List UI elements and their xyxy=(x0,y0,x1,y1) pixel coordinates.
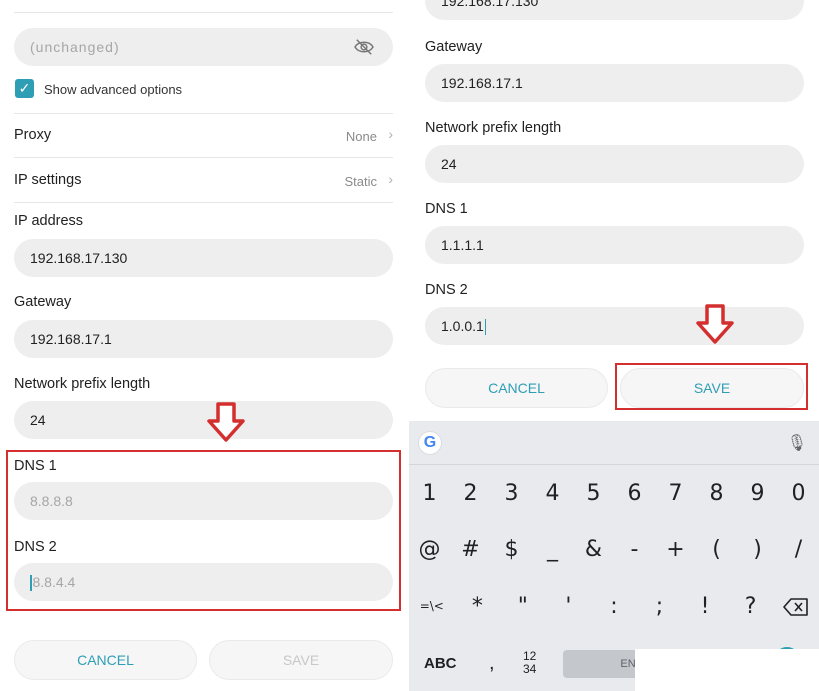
check-icon: ✓ xyxy=(18,80,31,96)
ip-address-label: IP address xyxy=(14,213,84,229)
gateway-input[interactable]: 192.168.17.1 xyxy=(425,64,804,102)
cancel-button[interactable]: CANCEL xyxy=(14,640,197,680)
down-arrow-icon xyxy=(696,304,734,344)
key[interactable]: + xyxy=(657,537,695,562)
dns1-input[interactable]: 1.1.1.1 xyxy=(425,226,804,264)
keyboard-row-numbers: 1 2 3 4 5 6 7 8 9 0 xyxy=(409,481,819,506)
ip-settings-label: IP settings xyxy=(14,172,82,188)
ip-address-value: 192.168.17.130 xyxy=(441,0,539,9)
google-icon[interactable]: G xyxy=(418,431,442,455)
divider xyxy=(14,12,393,13)
key[interactable]: ) xyxy=(739,537,777,562)
prefix-label: Network prefix length xyxy=(425,120,562,136)
text-cursor xyxy=(30,575,32,592)
backspace-icon[interactable] xyxy=(777,594,815,622)
key[interactable]: & xyxy=(575,537,613,562)
dns1-input[interactable]: 8.8.8.8 xyxy=(14,482,393,520)
prefix-input[interactable]: 24 xyxy=(14,401,393,439)
key[interactable]: 9 xyxy=(739,481,777,506)
gateway-input[interactable]: 192.168.17.1 xyxy=(14,320,393,358)
save-button[interactable]: SAVE xyxy=(209,640,393,680)
dns2-placeholder: 8.8.4.4 xyxy=(32,574,76,590)
key[interactable]: ( xyxy=(698,537,736,562)
gateway-value: 192.168.17.1 xyxy=(30,331,112,347)
password-field[interactable]: (unchanged) xyxy=(14,28,393,66)
comma-key[interactable]: , xyxy=(489,652,495,675)
abc-key[interactable]: ABC xyxy=(424,655,457,672)
key[interactable]: ! xyxy=(686,594,724,622)
key[interactable]: 2 xyxy=(452,481,490,506)
key[interactable]: : xyxy=(595,594,633,622)
key[interactable]: $ xyxy=(493,537,531,562)
key[interactable]: ; xyxy=(641,594,679,622)
dns1-label: DNS 1 xyxy=(425,201,468,217)
key[interactable]: ? xyxy=(732,594,770,622)
key[interactable]: * xyxy=(458,594,496,622)
left-panel: (unchanged) ✓ Show advanced options Prox… xyxy=(0,0,409,691)
numpad-key-bottom: 34 xyxy=(523,662,537,676)
key[interactable]: 1 xyxy=(411,481,449,506)
key[interactable]: 3 xyxy=(493,481,531,506)
key[interactable]: # xyxy=(452,537,490,562)
right-panel: 192.168.17.130 Gateway 192.168.17.1 Netw… xyxy=(409,0,819,691)
cancel-button[interactable]: CANCEL xyxy=(425,368,608,408)
prefix-label: Network prefix length xyxy=(14,376,151,392)
dns2-label: DNS 2 xyxy=(425,282,468,298)
key[interactable]: 5 xyxy=(575,481,613,506)
key[interactable]: ' xyxy=(549,594,587,622)
key[interactable]: _ xyxy=(534,537,572,562)
key[interactable]: 8 xyxy=(698,481,736,506)
prefix-value: 24 xyxy=(441,156,457,172)
key[interactable]: 7 xyxy=(657,481,695,506)
ip-address-input[interactable]: 192.168.17.130 xyxy=(14,239,393,277)
keyboard-row-more-symbols: =\< * " ' : ; ! ? xyxy=(409,594,819,622)
keyboard-row-symbols: @ # $ _ & - + ( ) / xyxy=(409,537,819,562)
show-advanced-checkbox[interactable]: ✓ xyxy=(15,79,34,98)
chevron-right-icon: › xyxy=(388,171,393,187)
chevron-right-icon: › xyxy=(388,126,393,142)
gateway-label: Gateway xyxy=(14,294,72,310)
ip-address-value: 192.168.17.130 xyxy=(30,250,128,266)
microphone-icon[interactable]: 🎙 xyxy=(787,433,807,453)
language-label: EN xyxy=(620,658,636,670)
dns2-input[interactable]: 8.8.4.4 xyxy=(14,563,393,601)
key[interactable]: 0 xyxy=(780,481,818,506)
prefix-input[interactable]: 24 xyxy=(425,145,804,183)
symbol-page-key[interactable]: =\< xyxy=(413,594,451,622)
dns2-label: DNS 2 xyxy=(14,539,57,555)
eye-off-icon[interactable] xyxy=(353,38,375,56)
dns2-value: 1.0.0.1 xyxy=(441,318,484,334)
text-cursor xyxy=(484,319,487,336)
numpad-key[interactable]: 12 34 xyxy=(523,650,536,676)
gateway-value: 192.168.17.1 xyxy=(441,75,523,91)
ip-settings-value: Static xyxy=(344,174,377,189)
gateway-label: Gateway xyxy=(425,39,483,55)
ip-address-input[interactable]: 192.168.17.130 xyxy=(425,0,804,20)
dns2-input[interactable]: 1.0.0.1 xyxy=(425,307,804,345)
password-placeholder: (unchanged) xyxy=(30,39,120,55)
dns1-label: DNS 1 xyxy=(14,458,57,474)
proxy-value: None xyxy=(345,129,377,144)
proxy-label: Proxy xyxy=(14,127,52,143)
proxy-row[interactable]: Proxy None › xyxy=(14,114,393,158)
prefix-value: 24 xyxy=(30,412,46,428)
key[interactable]: " xyxy=(504,594,542,622)
show-advanced-label: Show advanced options xyxy=(44,82,183,97)
key[interactable]: 4 xyxy=(534,481,572,506)
save-highlight-box xyxy=(615,363,808,410)
down-arrow-icon xyxy=(207,402,245,442)
image-crop-overlay xyxy=(635,649,819,691)
dns1-placeholder: 8.8.8.8 xyxy=(30,493,73,509)
ip-settings-row[interactable]: IP settings Static › xyxy=(14,159,393,203)
keyboard-toolbar: G 🎙 xyxy=(409,421,819,465)
dns1-value: 1.1.1.1 xyxy=(441,237,484,253)
key[interactable]: / xyxy=(780,537,818,562)
key[interactable]: 6 xyxy=(616,481,654,506)
key[interactable]: @ xyxy=(411,537,449,562)
key[interactable]: - xyxy=(616,537,654,562)
